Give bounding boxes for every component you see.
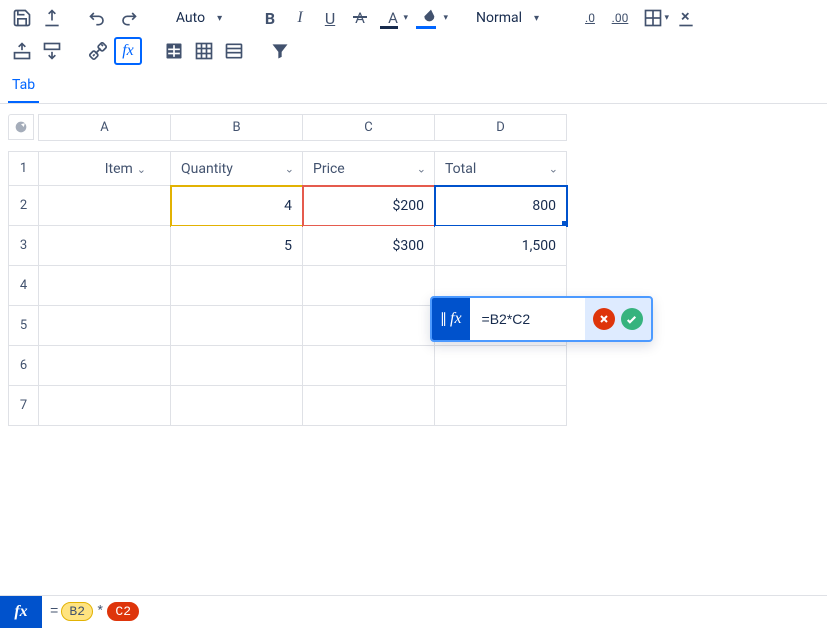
insert-row-below-icon[interactable]: [38, 37, 66, 65]
cell[interactable]: [39, 386, 171, 426]
cell-ref-token: C2: [107, 602, 139, 621]
toolbar-row1: Auto B I U A A ▾ ▾ Normal .0 .00 ▾: [0, 0, 827, 37]
insert-row-above-icon[interactable]: [8, 37, 36, 65]
cell[interactable]: [171, 386, 303, 426]
font-size-dropdown[interactable]: Auto: [160, 4, 238, 32]
cell-active[interactable]: 800: [435, 186, 567, 226]
col-header[interactable]: C: [303, 115, 435, 141]
cell[interactable]: 5: [171, 226, 303, 266]
chevron-down-icon[interactable]: ⌄: [285, 162, 294, 175]
cell[interactable]: [171, 346, 303, 386]
cell[interactable]: [171, 266, 303, 306]
cell[interactable]: [39, 306, 171, 346]
header-cell-total[interactable]: Total⌄: [435, 152, 567, 186]
column-headers: A B C D: [39, 115, 567, 141]
text-color-icon[interactable]: A ▾: [376, 4, 410, 32]
cell[interactable]: [303, 386, 435, 426]
formula-icon[interactable]: fx: [114, 37, 142, 65]
header-cell-quantity[interactable]: Quantity⌄: [171, 152, 303, 186]
sheet-tab-label: Tab: [12, 77, 35, 93]
redo-icon[interactable]: [114, 4, 142, 32]
toolbar-row2: fx: [0, 37, 827, 71]
formula-input[interactable]: [470, 298, 585, 340]
cancel-button[interactable]: [593, 308, 615, 330]
fill-color-icon[interactable]: ▾: [412, 4, 450, 32]
paragraph-style-label: Normal: [476, 10, 522, 26]
italic-icon[interactable]: I: [286, 4, 314, 32]
cell[interactable]: [435, 346, 567, 386]
col-header[interactable]: B: [171, 115, 303, 141]
table-row: 6: [9, 346, 567, 386]
fx-badge[interactable]: ∥ fx: [432, 298, 470, 340]
row-header[interactable]: 3: [9, 226, 39, 266]
strikethrough-icon[interactable]: A: [346, 4, 374, 32]
table-icon[interactable]: [160, 37, 188, 65]
row-header[interactable]: 4: [9, 266, 39, 306]
chevron-down-icon[interactable]: ⌄: [549, 162, 558, 175]
cell[interactable]: [435, 386, 567, 426]
col-header[interactable]: D: [435, 115, 567, 141]
header-cell-price[interactable]: Price⌄: [303, 152, 435, 186]
drag-handle-icon[interactable]: ∥: [440, 311, 446, 327]
cell[interactable]: $200: [303, 186, 435, 226]
sheet-tabs: Tab: [0, 71, 827, 104]
cell[interactable]: [171, 306, 303, 346]
fx-icon[interactable]: fx: [0, 596, 42, 628]
row-header[interactable]: 7: [9, 386, 39, 426]
undo-icon[interactable]: [84, 4, 112, 32]
sheet-tab[interactable]: Tab: [8, 71, 39, 103]
underline-icon[interactable]: U: [316, 4, 344, 32]
row-header[interactable]: 5: [9, 306, 39, 346]
confirm-button[interactable]: [621, 308, 643, 330]
cell[interactable]: [39, 266, 171, 306]
cell[interactable]: [39, 346, 171, 386]
table-row: 3 SN 8027 5 $300 1,500: [9, 226, 567, 266]
formula-expression[interactable]: = B2 * C2: [42, 602, 147, 621]
row-header[interactable]: 2: [9, 186, 39, 226]
filter-icon[interactable]: [266, 37, 294, 65]
formula-popup: ∥ fx: [430, 296, 653, 342]
table-row: 7: [9, 386, 567, 426]
decrease-decimal-icon[interactable]: .0: [576, 4, 604, 32]
grid-icon[interactable]: [190, 37, 218, 65]
list-icon[interactable]: [220, 37, 248, 65]
export-icon[interactable]: [38, 4, 66, 32]
bold-icon[interactable]: B: [256, 4, 284, 32]
cell[interactable]: $300: [303, 226, 435, 266]
grid: A B C D 1 Item⌄ Quantity⌄ Price⌄ Total⌄: [0, 104, 827, 426]
row-header[interactable]: 6: [9, 346, 39, 386]
font-size-label: Auto: [176, 10, 205, 26]
row-header[interactable]: 1: [9, 152, 39, 186]
select-all-icon[interactable]: [8, 114, 34, 140]
cell[interactable]: 1,500: [435, 226, 567, 266]
formula-bar: fx = B2 * C2: [0, 595, 827, 627]
cell[interactable]: 4: [171, 186, 303, 226]
link-icon[interactable]: [84, 37, 112, 65]
table-row: 2 SN 4587 4 $200 800: [9, 186, 567, 226]
chevron-down-icon[interactable]: ⌄: [417, 162, 426, 175]
table-row: 1 Item⌄ Quantity⌄ Price⌄ Total⌄: [9, 152, 567, 186]
clear-format-icon[interactable]: [672, 4, 700, 32]
cell-ref-token: B2: [61, 602, 93, 621]
cell[interactable]: SN 4587: [39, 186, 171, 226]
header-cell-item[interactable]: Item⌄: [39, 152, 171, 186]
cell[interactable]: SN 8027: [39, 226, 171, 266]
chevron-down-icon[interactable]: ⌄: [137, 163, 146, 176]
paragraph-style-dropdown[interactable]: Normal: [468, 4, 558, 32]
borders-icon[interactable]: ▾: [636, 4, 670, 32]
cell[interactable]: [303, 266, 435, 306]
cell[interactable]: [303, 346, 435, 386]
increase-decimal-icon[interactable]: .00: [606, 4, 634, 32]
cell[interactable]: [303, 306, 435, 346]
col-header[interactable]: A: [39, 115, 171, 141]
save-icon[interactable]: [8, 4, 36, 32]
